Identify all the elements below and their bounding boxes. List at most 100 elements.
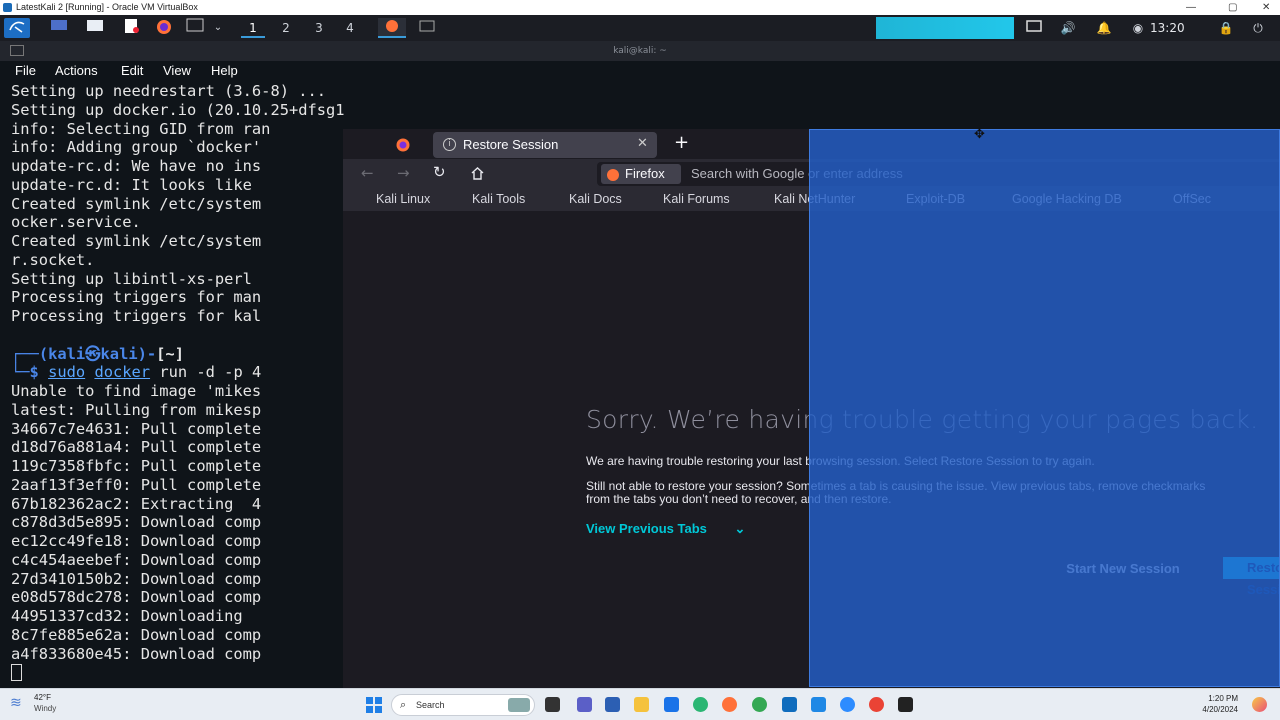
start-new-session-button[interactable]: Start New Session — [1043, 558, 1203, 580]
file-explorer-icon[interactable] — [634, 697, 649, 712]
workspace-2[interactable]: 2 — [274, 18, 298, 38]
bookmark-kali-forums[interactable]: Kali Forums — [663, 192, 730, 206]
volume-icon[interactable]: 🔊 — [1058, 18, 1078, 38]
store-icon[interactable] — [664, 697, 679, 712]
network-icon[interactable]: ◉ — [1128, 18, 1148, 38]
menu-view[interactable]: View — [163, 63, 191, 78]
terminal-titlebar: kali@kali: ~ — [0, 41, 1280, 61]
chrome-profile-icon[interactable] — [869, 697, 884, 712]
menu-file[interactable]: File — [15, 63, 36, 78]
weather-icon[interactable]: ≋ — [10, 695, 22, 711]
search-label: Search — [416, 700, 445, 710]
workspace-1[interactable]: 1 — [241, 18, 265, 38]
tab-restore-session[interactable]: i Restore Session ✕ — [433, 132, 657, 158]
identity-box[interactable]: Firefox — [601, 164, 681, 184]
minimize-button[interactable]: — — [1186, 0, 1196, 15]
terminal-line: e08d578dc278: Download comp — [11, 588, 262, 607]
bookmark-offsec[interactable]: OffSec — [1173, 192, 1211, 206]
home-icon[interactable] — [470, 165, 485, 184]
notification-bell-icon[interactable]: 🔔 — [1094, 18, 1114, 38]
bookmark-exploit-db[interactable]: Exploit-DB — [906, 192, 965, 206]
bookmark-kali-nethunter[interactable]: Kali NetHunter — [774, 192, 855, 206]
view-previous-tabs-button[interactable]: View Previous Tabs ⌄ — [586, 521, 745, 537]
terminal-launcher-icon[interactable] — [184, 18, 206, 38]
lock-screen-icon[interactable]: 🔒 — [1216, 18, 1236, 38]
windows-start-icon[interactable] — [366, 697, 382, 717]
firefox-taskbar-icon[interactable] — [722, 697, 737, 712]
chevron-down-icon[interactable]: ⌄ — [211, 18, 225, 38]
tab-close-icon[interactable]: ✕ — [637, 136, 648, 151]
taskbar-clock-time[interactable]: 1:20 PM — [1206, 694, 1238, 703]
workspace-3[interactable]: 3 — [307, 18, 331, 38]
chevron-down-icon: ⌄ — [734, 521, 746, 536]
menu-actions[interactable]: Actions — [55, 63, 98, 78]
cmd-args: run -d -p 4 — [150, 363, 262, 382]
forward-arrow-icon[interactable]: → — [397, 164, 410, 182]
teams-icon[interactable] — [577, 697, 592, 712]
menu-edit[interactable]: Edit — [121, 63, 143, 78]
chrome-icon[interactable] — [752, 697, 767, 712]
prompt-user: (kali㉿kali) — [38, 344, 147, 363]
bookmark-kali-tools[interactable]: Kali Tools — [472, 192, 525, 206]
terminal-output[interactable]: Setting up needrestart (3.6-8) ... Setti… — [0, 82, 345, 688]
firefox-navbar: ← → ↻ Firefox Search with Google or ente… — [343, 159, 1280, 189]
terminal-line: Created symlink /etc/system — [11, 232, 262, 250]
error-hint-line-2: from the tabs you don’t need to recover,… — [586, 492, 892, 506]
terminal-task-icon[interactable] — [416, 18, 438, 38]
terminal-line: 44951337cd32: Downloading — [11, 607, 243, 625]
panel-clock[interactable]: 13:20 — [1150, 15, 1185, 41]
terminal-menubar: File Actions Edit View Help — [0, 61, 1280, 81]
windows-search-box[interactable]: ⌕ Search — [391, 694, 535, 716]
task-view-icon[interactable] — [545, 697, 560, 712]
restore-session-button[interactable]: Restore Session — [1223, 557, 1280, 597]
zoom-icon[interactable] — [840, 697, 855, 712]
terminal-line: 2aaf13f3eff0: Pull complete — [11, 475, 262, 494]
terminal-prompt-line-1: ┌──(kali㉿kali)-[~] — [11, 344, 184, 363]
terminal-line: Created symlink /etc/system — [11, 194, 262, 213]
workspace-switch-icon[interactable] — [1024, 18, 1044, 38]
taskbar-clock-date[interactable]: 4/20/2024 — [1196, 705, 1238, 714]
app-dark-icon[interactable] — [898, 697, 913, 712]
terminal-line: info: Selecting GID from ran — [11, 119, 271, 138]
weather-temp[interactable]: 42°F — [34, 693, 51, 702]
firefox-launcher-icon[interactable] — [153, 18, 175, 38]
close-button[interactable]: ✕ — [1262, 0, 1270, 15]
terminal-line: info: Adding group `docker' — [11, 138, 262, 157]
edge-icon[interactable] — [693, 697, 708, 712]
bookmark-kali-docs[interactable]: Kali Docs — [569, 192, 622, 206]
firefox-view-icon[interactable] — [395, 137, 411, 157]
bookmark-google-hacking-db[interactable]: Google Hacking DB — [1012, 192, 1122, 206]
cmd-docker: docker — [94, 363, 151, 382]
firefox-task-icon[interactable] — [378, 18, 406, 38]
terminal-line: update-rc.d: It looks like — [11, 175, 252, 194]
reload-icon[interactable]: ↻ — [433, 163, 446, 181]
restore-session-page: Sorry. We’re having trouble getting your… — [343, 211, 1280, 688]
text-editor-icon[interactable] — [120, 18, 142, 38]
file-manager-icon[interactable] — [84, 18, 106, 38]
terminal-line: ec12cc49fe18: Download comp — [11, 532, 262, 550]
bookmark-kali-linux[interactable]: Kali Linux — [376, 192, 430, 206]
prompt-dir: [~] — [156, 344, 184, 363]
app-a-icon[interactable] — [605, 697, 620, 712]
terminal-line: update-rc.d: We have no ins — [11, 157, 262, 175]
virtualbox-taskbar-icon[interactable] — [811, 697, 826, 712]
menu-help[interactable]: Help — [211, 63, 238, 78]
url-bar[interactable]: Firefox Search with Google or enter addr… — [597, 162, 1280, 186]
search-icon: ⌕ — [400, 698, 407, 711]
copilot-icon[interactable] — [1252, 697, 1267, 712]
back-arrow-icon[interactable]: ← — [361, 164, 374, 182]
terminal-line: Processing triggers for man — [11, 288, 262, 307]
terminal-cursor-line — [11, 663, 345, 682]
power-icon[interactable]: ⏻ — [1248, 18, 1268, 38]
new-tab-button[interactable]: + — [674, 132, 689, 153]
url-input[interactable]: Search with Google or enter address — [691, 166, 903, 181]
maximize-button[interactable]: ▢ — [1228, 0, 1237, 15]
outlook-icon[interactable] — [782, 697, 797, 712]
firefox-logo-icon — [606, 167, 620, 186]
workspace-4[interactable]: 4 — [338, 18, 362, 38]
kali-top-panel: ⌄ 1 2 3 4 🔊 🔔 ◉ 🔒 ⏻ — [0, 15, 1280, 41]
show-desktop-icon[interactable] — [48, 18, 70, 38]
weather-desc[interactable]: Windy — [34, 704, 56, 713]
kali-menu-icon[interactable] — [4, 18, 30, 38]
